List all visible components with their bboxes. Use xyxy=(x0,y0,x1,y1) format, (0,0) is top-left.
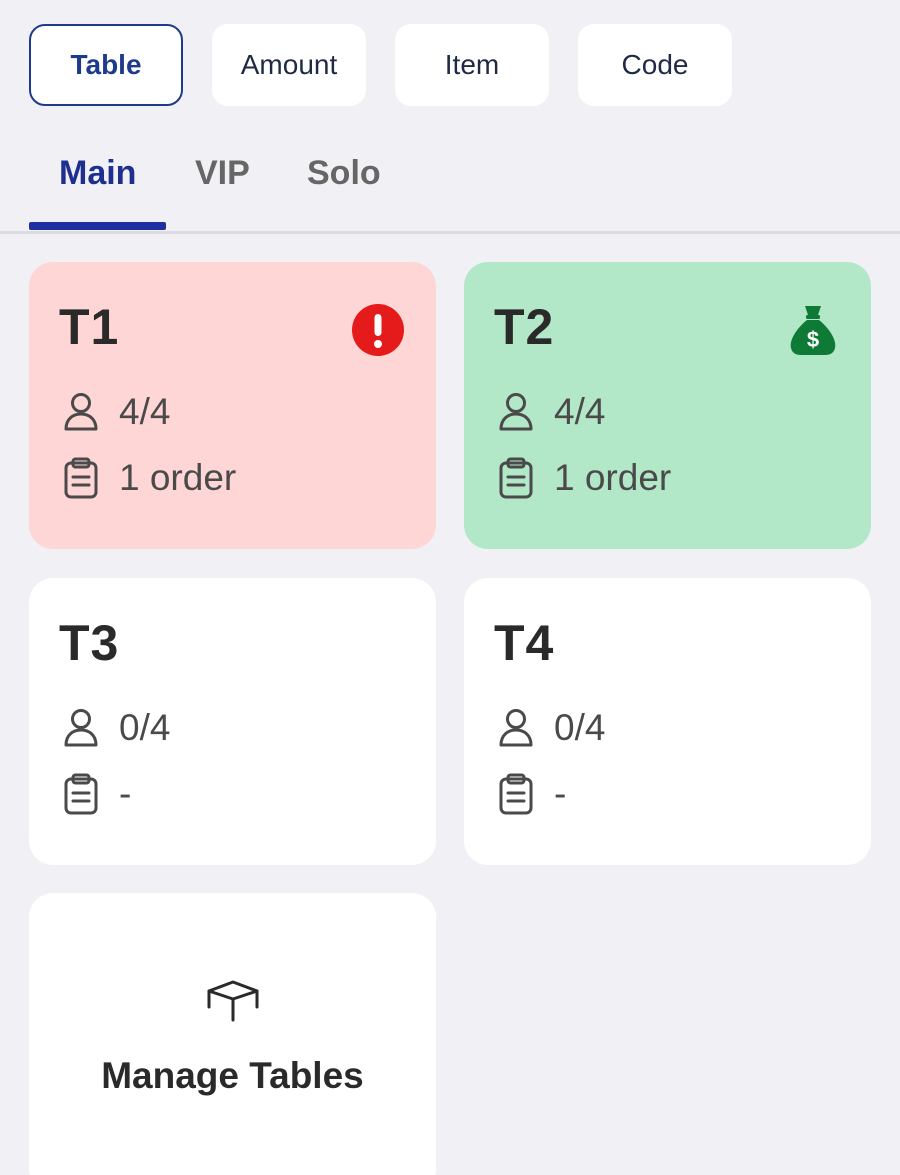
tab-vip[interactable]: VIP xyxy=(195,154,250,193)
filter-table-chip[interactable]: Table xyxy=(29,24,183,106)
order-count: 1 order xyxy=(119,457,237,498)
order-count: - xyxy=(119,773,132,814)
manage-tables-button[interactable]: Manage Tables xyxy=(29,893,436,1175)
seat-count: 4/4 xyxy=(554,391,606,432)
filter-code-chip[interactable]: Code xyxy=(578,24,732,106)
order-count: - xyxy=(554,773,567,814)
seat-count-row: 0/4 xyxy=(59,706,170,750)
order-count: 1 order xyxy=(554,457,672,498)
active-tab-indicator xyxy=(29,222,166,230)
table-name: T1 xyxy=(59,299,120,355)
filter-chips: Table Amount Item Code xyxy=(29,24,732,106)
tables-screen: Table Amount Item Code Main VIP Solo T1 … xyxy=(0,0,900,1175)
seat-count-row: 4/4 xyxy=(59,390,170,434)
person-icon xyxy=(64,709,98,747)
order-count-row: 1 order xyxy=(59,456,236,500)
seat-count-row: 4/4 xyxy=(494,390,605,434)
table-card-t4[interactable]: T4 0/4 - xyxy=(464,578,871,865)
table-name: T3 xyxy=(59,615,120,671)
table-card-t3[interactable]: T3 0/4 - xyxy=(29,578,436,865)
person-icon xyxy=(64,393,98,431)
manage-tables-label: Manage Tables xyxy=(101,1055,364,1096)
table-name: T2 xyxy=(494,299,555,355)
table-icon xyxy=(207,980,259,1022)
exclamation-circle-icon xyxy=(352,304,404,356)
clipboard-icon xyxy=(499,457,533,499)
order-count-row: 1 order xyxy=(494,456,671,500)
clipboard-icon xyxy=(499,773,533,815)
tab-main[interactable]: Main xyxy=(59,154,136,193)
table-card-t1[interactable]: T1 4/4 1 order xyxy=(29,262,436,549)
seat-count: 0/4 xyxy=(119,707,171,748)
table-name: T4 xyxy=(494,615,555,671)
tab-solo[interactable]: Solo xyxy=(307,154,381,193)
clipboard-icon xyxy=(64,773,98,815)
area-tabs: Main VIP Solo xyxy=(0,132,900,234)
svg-text:$: $ xyxy=(807,327,819,352)
order-count-row: - xyxy=(494,772,566,816)
filter-item-chip[interactable]: Item xyxy=(395,24,549,106)
seat-count-row: 0/4 xyxy=(494,706,605,750)
seat-count: 0/4 xyxy=(554,707,606,748)
clipboard-icon xyxy=(64,457,98,499)
person-icon xyxy=(499,393,533,431)
person-icon xyxy=(499,709,533,747)
order-count-row: - xyxy=(59,772,131,816)
seat-count: 4/4 xyxy=(119,391,171,432)
money-bag-icon: $ xyxy=(790,306,836,355)
table-card-t2[interactable]: T2 $ 4/4 1 order xyxy=(464,262,871,549)
filter-amount-chip[interactable]: Amount xyxy=(212,24,366,106)
